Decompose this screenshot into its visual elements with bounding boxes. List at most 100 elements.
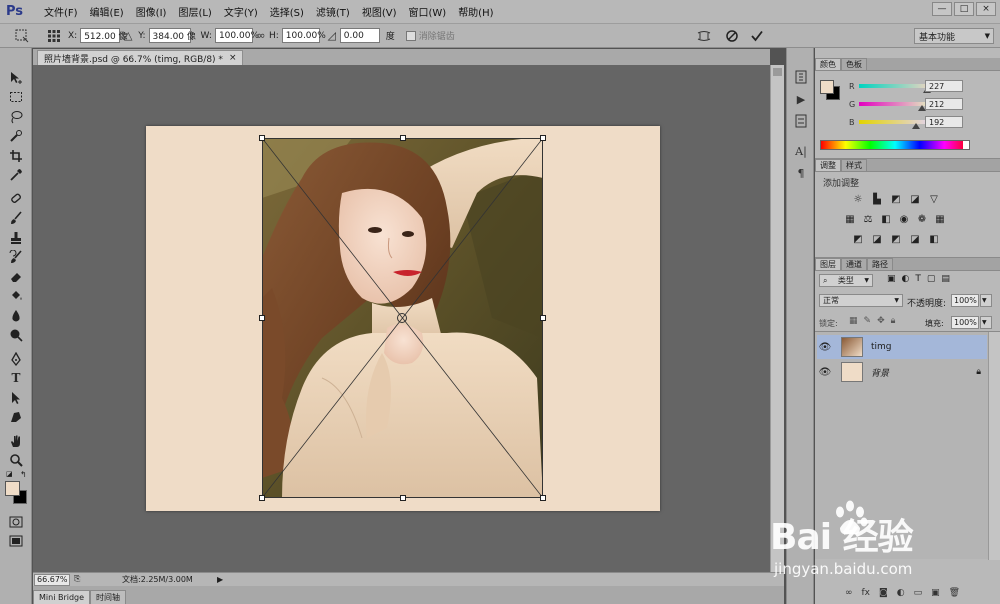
color-lookup-icon[interactable]: ▦ xyxy=(933,213,947,225)
filter-shape-icon[interactable]: ▢ xyxy=(927,274,936,284)
brush-tool-icon[interactable] xyxy=(0,209,32,229)
link-icon[interactable]: ∞ xyxy=(253,28,269,44)
lock-all-icon[interactable]: 🔒︎ xyxy=(891,316,896,326)
lock-transparent-icon[interactable]: ▦ xyxy=(849,316,858,326)
close-window-button[interactable]: × xyxy=(976,2,996,16)
new-group-icon[interactable]: ▭ xyxy=(914,588,923,598)
blue-slider-thumb[interactable] xyxy=(912,123,921,129)
free-transform-box[interactable] xyxy=(259,135,546,501)
black-white-icon[interactable]: ◧ xyxy=(879,213,893,225)
document-tab[interactable]: 照片墙背景.psd @ 66.7% (timg, RGB/8) * × xyxy=(37,50,244,65)
layer-style-icon[interactable]: fx xyxy=(862,588,871,598)
paint-bucket-tool-icon[interactable] xyxy=(0,287,32,307)
swap-colors-icon[interactable]: ↰ xyxy=(20,470,27,479)
commit-transform-icon[interactable] xyxy=(749,28,765,44)
fill-field[interactable]: 100% xyxy=(951,316,979,329)
blue-value-field[interactable]: 192 xyxy=(925,116,963,128)
menu-select[interactable]: 选择(S) xyxy=(264,4,310,19)
antialias-checkbox[interactable] xyxy=(405,30,416,41)
opacity-field[interactable]: 100% xyxy=(951,294,979,307)
menu-file[interactable]: 文件(F) xyxy=(38,4,84,19)
visibility-eye-icon[interactable]: 👁︎ xyxy=(817,342,833,353)
transform-handle-bottom[interactable] xyxy=(400,495,406,501)
status-arrow-icon[interactable]: ▶ xyxy=(217,575,223,584)
blue-slider-track[interactable] xyxy=(859,120,935,124)
pen-tool-icon[interactable] xyxy=(0,349,32,369)
transform-reference-point[interactable] xyxy=(397,313,407,323)
crop-tool-icon[interactable] xyxy=(0,146,32,166)
dodge-tool-icon[interactable] xyxy=(0,326,32,346)
transform-handle-top-right[interactable] xyxy=(540,135,546,141)
hue-saturation-icon[interactable]: ▦ xyxy=(843,213,857,225)
layer-row-background[interactable]: 👁︎ 背景 🔒︎ xyxy=(817,360,987,384)
tab-layers[interactable]: 图层 xyxy=(815,258,841,270)
properties-panel-icon[interactable] xyxy=(787,110,815,132)
exposure-icon[interactable]: ◪ xyxy=(908,193,922,205)
hand-tool-icon[interactable] xyxy=(0,431,32,451)
height-field[interactable]: 100.00% xyxy=(281,28,326,43)
posterize-icon[interactable]: ◪ xyxy=(870,233,884,245)
menu-type[interactable]: 文字(Y) xyxy=(218,4,264,19)
angle-field[interactable]: 0.00 xyxy=(339,28,380,43)
green-value-field[interactable]: 212 xyxy=(925,98,963,110)
photo-filter-icon[interactable]: ◉ xyxy=(897,213,911,225)
menu-edit[interactable]: 编辑(E) xyxy=(84,4,130,19)
zoom-tool-icon[interactable] xyxy=(0,451,32,471)
quick-selection-tool-icon[interactable] xyxy=(0,127,32,147)
blur-tool-icon[interactable] xyxy=(0,306,32,326)
close-icon[interactable]: × xyxy=(229,53,237,63)
history-brush-tool-icon[interactable] xyxy=(0,248,32,268)
filter-adjustment-icon[interactable]: ◐ xyxy=(902,274,910,284)
transform-handle-bottom-right[interactable] xyxy=(540,495,546,501)
paragraph-panel-icon[interactable]: ¶ xyxy=(787,162,815,184)
triangle-icon[interactable]: △ xyxy=(120,28,136,44)
marquee-tool-icon[interactable] xyxy=(0,88,32,108)
color-spectrum-bar[interactable] xyxy=(820,140,970,150)
scrollbar-thumb[interactable] xyxy=(773,68,782,76)
new-layer-icon[interactable]: ▣ xyxy=(931,588,940,598)
cancel-transform-icon[interactable] xyxy=(724,28,740,44)
lock-position-icon[interactable]: ✥ xyxy=(877,316,885,326)
transform-handle-bottom-left[interactable] xyxy=(259,495,265,501)
layers-scrollbar[interactable] xyxy=(988,332,1000,560)
channel-mixer-icon[interactable]: ❁ xyxy=(915,213,929,225)
lock-pixels-icon[interactable]: ✎ xyxy=(864,316,872,326)
color-balance-icon[interactable]: ⚖ xyxy=(861,213,875,225)
transform-handle-top-left[interactable] xyxy=(259,135,265,141)
tab-channels[interactable]: 通道 xyxy=(841,258,867,270)
x-position-field[interactable]: 512.00 像 xyxy=(80,28,128,43)
tool-preset-icon[interactable] xyxy=(14,28,30,44)
tab-paths[interactable]: 路径 xyxy=(867,258,893,270)
width-field[interactable]: 100.00% xyxy=(214,28,259,43)
minimize-button[interactable]: — xyxy=(932,2,952,16)
layer-filter-select[interactable]: ⌕ 类型 ▼ xyxy=(819,274,873,287)
blend-mode-select[interactable]: 正常 ▼ xyxy=(819,294,903,307)
vertical-scrollbar[interactable] xyxy=(770,65,784,572)
filter-smart-icon[interactable]: ▤ xyxy=(941,274,950,284)
brightness-icon[interactable]: ☼ xyxy=(851,193,865,205)
menu-layer[interactable]: 图层(L) xyxy=(172,4,217,19)
shape-tool-icon[interactable] xyxy=(0,408,32,428)
y-position-field[interactable]: 384.00 像 xyxy=(148,28,196,43)
warp-mode-icon[interactable] xyxy=(696,28,712,44)
levels-icon[interactable]: ▙ xyxy=(870,193,884,205)
threshold-icon[interactable]: ◩ xyxy=(889,233,903,245)
default-colors-icon[interactable]: ◪ xyxy=(6,470,13,478)
healing-brush-tool-icon[interactable] xyxy=(0,189,32,209)
move-tool-icon[interactable] xyxy=(0,68,32,88)
path-selection-tool-icon[interactable] xyxy=(0,388,32,408)
menu-image[interactable]: 图像(I) xyxy=(130,4,173,19)
quick-mask-icon[interactable] xyxy=(0,512,32,532)
invert-icon[interactable]: ◩ xyxy=(851,233,865,245)
screen-mode-icon[interactable] xyxy=(0,532,32,552)
export-icon[interactable]: ⎘ xyxy=(74,574,86,586)
tab-timeline[interactable]: 时间轴 xyxy=(90,590,127,604)
tab-styles[interactable]: 样式 xyxy=(841,159,867,171)
tab-color[interactable]: 颜色 xyxy=(815,58,841,70)
transform-handle-right[interactable] xyxy=(540,315,546,321)
tab-adjustments[interactable]: 调整 xyxy=(815,159,841,171)
menu-window[interactable]: 窗口(W) xyxy=(402,4,452,19)
tab-mini-bridge[interactable]: Mini Bridge xyxy=(33,590,91,604)
menu-filter[interactable]: 滤镜(T) xyxy=(310,4,356,19)
new-adjustment-icon[interactable]: ◐ xyxy=(897,588,905,598)
